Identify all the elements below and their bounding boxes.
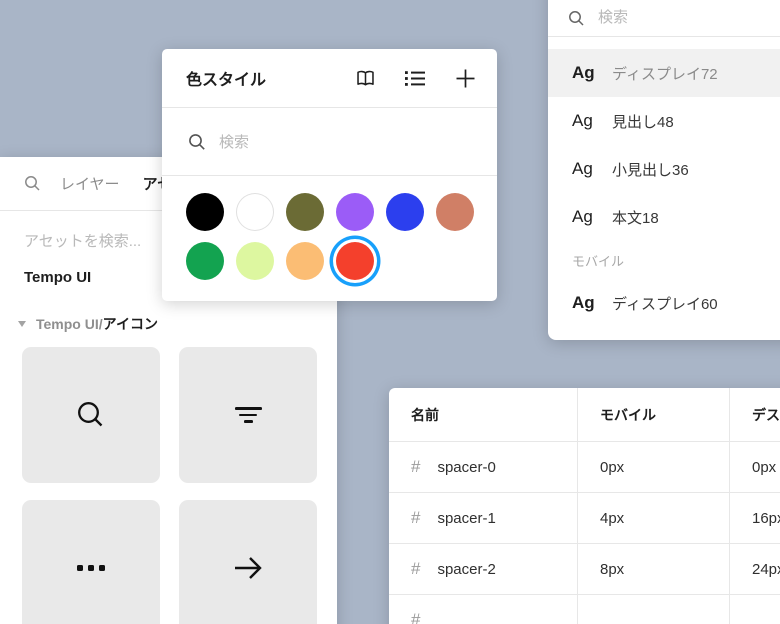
style-label: 見出し48 bbox=[612, 113, 674, 131]
search-icon bbox=[78, 402, 103, 427]
cell-mobile: 4px bbox=[578, 493, 730, 544]
color-swatch-purple[interactable] bbox=[336, 193, 374, 231]
style-label: 本文18 bbox=[612, 209, 659, 227]
search-icon bbox=[569, 11, 584, 26]
cell-mobile: 0px bbox=[578, 442, 730, 493]
table-row: #spacer-1 4px 16px bbox=[389, 493, 780, 544]
style-label: ディスプレイ72 bbox=[612, 65, 718, 83]
search-icon bbox=[189, 133, 205, 150]
hash-icon: # bbox=[411, 610, 421, 624]
component-tile-arrow[interactable] bbox=[179, 500, 317, 624]
cell-name: # spacer-2 bbox=[389, 544, 578, 595]
color-swatch-salmon[interactable] bbox=[436, 193, 474, 231]
list-view-button[interactable] bbox=[403, 66, 427, 90]
color-panel-header: 色スタイル bbox=[162, 49, 497, 108]
table-header-row: 名前 モバイル デスクトップ bbox=[389, 388, 780, 442]
swatch-grid bbox=[162, 176, 497, 280]
style-preview: Ag bbox=[572, 111, 593, 130]
ellipsis-icon bbox=[77, 565, 105, 571]
cell-mobile bbox=[578, 595, 730, 624]
style-label: ディスプレイ60 bbox=[612, 295, 718, 313]
cell-name: # bbox=[389, 595, 578, 624]
text-style-item[interactable]: Ag ディスプレイ72 bbox=[548, 49, 780, 97]
column-header-mobile: モバイル bbox=[578, 388, 730, 442]
color-swatch-lime[interactable] bbox=[236, 242, 274, 280]
color-swatch-blue[interactable] bbox=[386, 193, 424, 231]
style-label: 小見出し36 bbox=[612, 161, 689, 179]
style-preview: Ag bbox=[572, 293, 595, 312]
cell-desktop: 24px bbox=[730, 544, 780, 595]
section-prefix: Tempo UI/ bbox=[36, 316, 103, 332]
assets-search-placeholder: アセットを検索... bbox=[24, 232, 142, 250]
cell-desktop: 16px bbox=[730, 493, 780, 544]
search-icon bbox=[25, 176, 40, 191]
section-label-mobile: モバイル bbox=[572, 253, 625, 269]
cell-name: # spacer-0 bbox=[389, 442, 578, 493]
color-swatch-green[interactable] bbox=[186, 242, 224, 280]
text-styles-search-input[interactable]: 検索 bbox=[548, 0, 780, 37]
color-swatch-black[interactable] bbox=[186, 193, 224, 231]
cell-desktop bbox=[730, 595, 780, 624]
plus-icon bbox=[456, 69, 474, 87]
table-row: # bbox=[389, 595, 780, 624]
component-tile-ellipsis[interactable] bbox=[22, 500, 160, 624]
text-styles-panel: 検索 Ag ディスプレイ72 Ag 見出し48 Ag 小見出し36 Ag 本文1… bbox=[548, 0, 780, 340]
filter-icon bbox=[234, 407, 262, 423]
list-icon bbox=[405, 70, 425, 86]
arrow-right-icon bbox=[235, 557, 262, 579]
icon-component-grid bbox=[22, 347, 318, 624]
style-preview: Ag bbox=[572, 159, 593, 178]
color-swatch-olive[interactable] bbox=[286, 193, 324, 231]
color-search-input[interactable]: 検索 bbox=[162, 108, 497, 176]
style-preview: Ag bbox=[572, 63, 595, 82]
panel-title: 色スタイル bbox=[186, 72, 267, 89]
add-style-button[interactable] bbox=[453, 66, 477, 90]
component-tile-search[interactable] bbox=[22, 347, 160, 483]
color-swatch-red-selected[interactable] bbox=[336, 242, 374, 280]
spacing-spec-table: 名前 モバイル デスクトップ #spacer-0 0px 0px #spacer… bbox=[389, 388, 780, 624]
color-styles-panel: 色スタイル 検索 bbox=[162, 49, 497, 301]
hash-icon: # bbox=[411, 457, 421, 476]
color-swatch-orange[interactable] bbox=[286, 242, 324, 280]
table-row: # spacer-0 0px 0px bbox=[389, 442, 780, 493]
search-placeholder: 検索 bbox=[219, 134, 250, 151]
cell-desktop: 0px bbox=[730, 442, 780, 493]
color-swatch-white[interactable] bbox=[236, 193, 274, 231]
text-style-item[interactable]: Ag ディスプレイ60 bbox=[548, 279, 780, 327]
text-style-item[interactable]: Ag 小見出し36 bbox=[548, 145, 780, 193]
component-tile-filter[interactable] bbox=[179, 347, 317, 483]
column-header-name: 名前 bbox=[389, 388, 578, 442]
search-placeholder: 検索 bbox=[598, 9, 629, 26]
table-row: #spacer-2 8px 24px bbox=[389, 544, 780, 595]
text-style-item[interactable]: Ag 見出し48 bbox=[548, 97, 780, 145]
hash-icon: # bbox=[411, 508, 421, 527]
column-header-desktop: デスクトップ bbox=[730, 388, 780, 442]
library-book-button[interactable] bbox=[353, 66, 377, 90]
section-name: アイコン bbox=[102, 316, 158, 332]
section-header-icons[interactable]: Tempo UI/アイコン bbox=[12, 314, 337, 334]
hash-icon: # bbox=[411, 559, 421, 578]
book-icon bbox=[356, 70, 374, 85]
chevron-down-icon[interactable] bbox=[18, 321, 26, 327]
cell-name: # spacer-1 bbox=[389, 493, 578, 544]
text-style-item[interactable]: Ag 本文18 bbox=[548, 193, 780, 241]
tab-layers[interactable]: レイヤー bbox=[60, 173, 120, 194]
text-style-list: Ag ディスプレイ72 Ag 見出し48 Ag 小見出し36 Ag 本文18 モ… bbox=[548, 37, 780, 327]
style-preview: Ag bbox=[572, 207, 593, 226]
cell-mobile: 8px bbox=[578, 544, 730, 595]
